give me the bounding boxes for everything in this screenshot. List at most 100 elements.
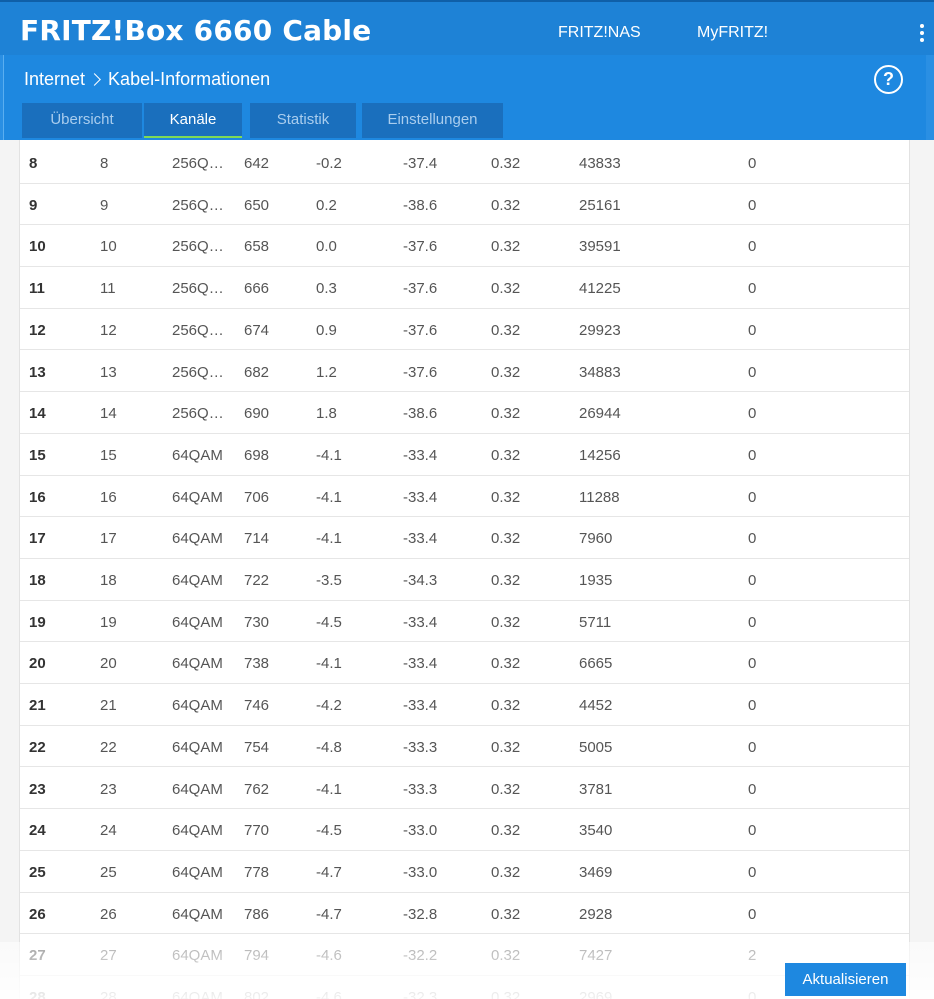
tab-einstellungen[interactable]: Einstellungen <box>362 103 503 138</box>
table-cell: 738 <box>244 655 270 673</box>
table-cell: 64QAM <box>172 530 223 548</box>
table-cell: -33.4 <box>403 697 438 715</box>
table-cell: 22 <box>100 738 117 756</box>
table-row: 12 12 256Q… 674 0.9 -37.6 0.32 29923 0 <box>20 309 909 351</box>
table-cell: 0.32 <box>491 530 521 548</box>
table-cell: -37.6 <box>403 363 438 381</box>
table-row: 23 23 64QAM 762 -4.1 -33.3 0.32 3781 0 <box>20 768 909 810</box>
table-cell: 786 <box>244 905 270 923</box>
table-cell: -34.3 <box>403 572 438 589</box>
table-cell: 20 <box>100 655 117 673</box>
table-cell: -33.0 <box>403 822 438 840</box>
table-cell: 256Q… <box>172 280 224 298</box>
fritzbox-app: FRITZ!Box 6660 Cable FRITZ!NAS MyFRITZ! … <box>0 0 934 999</box>
table-cell: 256Q… <box>172 405 224 423</box>
table-cell: -4.1 <box>316 780 342 798</box>
table-cell: 64QAM <box>172 655 223 673</box>
table-cell: -33.0 <box>403 863 438 881</box>
table-cell: 0.32 <box>491 738 521 756</box>
table-cell: 8 <box>29 155 38 172</box>
table-cell: 64QAM <box>172 947 223 965</box>
table-row: 17 17 64QAM 714 -4.1 -33.4 0.32 7960 0 <box>20 517 909 559</box>
table-cell: 746 <box>244 697 270 715</box>
more-menu-icon[interactable] <box>919 24 925 42</box>
breadcrumb-parent[interactable]: Internet <box>24 69 85 90</box>
channel-table[interactable]: 8 8 256Q… 642 -0.2 -37.4 0.32 43833 0 9 9 256Q… 650 0… <box>19 140 910 999</box>
table-cell: 0.9 <box>316 321 337 339</box>
table-cell: -4.6 <box>316 947 342 965</box>
table-row: 28 28 64QAM 802 -4.6 -32.3 0.32 2969 0 <box>20 976 909 999</box>
table-cell: 0 <box>748 446 757 464</box>
table-cell: 22 <box>29 738 46 756</box>
table-cell: 17 <box>29 530 46 548</box>
table-cell: -4.8 <box>316 738 342 756</box>
table-cell: 0.32 <box>491 572 521 589</box>
table-cell: 0.32 <box>491 238 521 256</box>
table-cell: 0.32 <box>491 488 521 506</box>
table-cell: 7960 <box>579 530 613 548</box>
table-cell: -33.4 <box>403 446 438 464</box>
table-row: 22 22 64QAM 754 -4.8 -33.3 0.32 5005 0 <box>20 726 909 768</box>
tab-uebersicht[interactable]: Übersicht <box>22 103 142 138</box>
table-row: 11 11 256Q… 666 0.3 -37.6 0.32 41225 0 <box>20 267 909 309</box>
table-row: 20 20 64QAM 738 -4.1 -33.4 0.32 6665 0 <box>20 642 909 685</box>
table-cell: 43833 <box>579 155 621 172</box>
table-cell: 658 <box>244 238 270 256</box>
table-cell: 0 <box>748 989 757 999</box>
table-cell: 34883 <box>579 363 621 381</box>
table-cell: 0 <box>748 822 757 840</box>
table-cell: 2 <box>748 947 757 965</box>
table-row: 10 10 256Q… 658 0.0 -37.6 0.32 39591 0 <box>20 225 909 268</box>
table-cell: 0 <box>748 280 757 298</box>
table-cell: 2969 <box>579 989 613 999</box>
table-cell: 64QAM <box>172 488 223 506</box>
help-icon[interactable]: ? <box>874 65 903 94</box>
table-cell: 0.32 <box>491 697 521 715</box>
table-cell: 11 <box>29 280 45 298</box>
refresh-button[interactable]: Aktualisieren <box>785 963 906 996</box>
table-cell: 0 <box>748 530 757 548</box>
table-cell: 10 <box>100 238 117 256</box>
table-cell: 9 <box>100 196 109 214</box>
table-cell: 64QAM <box>172 697 223 715</box>
fritz-nas-link[interactable]: FRITZ!NAS <box>558 24 641 42</box>
table-row: 16 16 64QAM 706 -4.1 -33.4 0.32 11288 0 <box>20 476 909 518</box>
myfritz-link[interactable]: MyFRITZ! <box>697 24 768 42</box>
table-cell: 23 <box>100 780 117 798</box>
table-row: 8 8 256Q… 642 -0.2 -37.4 0.32 43833 0 <box>20 142 909 184</box>
table-cell: -33.3 <box>403 738 438 756</box>
table-cell: 11288 <box>579 488 620 506</box>
table-cell: 18 <box>100 572 117 589</box>
tab-statistik[interactable]: Statistik <box>250 103 356 138</box>
table-cell: 28 <box>29 989 46 999</box>
table-cell: -33.4 <box>403 655 438 673</box>
table-cell: 0 <box>748 155 757 172</box>
table-cell: 0.32 <box>491 405 521 423</box>
table-cell: 26 <box>29 905 46 923</box>
table-cell: 25161 <box>579 196 621 214</box>
table-cell: -37.6 <box>403 321 438 339</box>
table-cell: 0.32 <box>491 655 521 673</box>
table-cell: 26 <box>100 905 117 923</box>
table-cell: 17 <box>100 530 117 548</box>
table-cell: 0.32 <box>491 446 521 464</box>
table-row: 24 24 64QAM 770 -4.5 -33.0 0.32 3540 0 <box>20 809 909 851</box>
tab-kanaele[interactable]: Kanäle <box>144 103 242 138</box>
table-cell: 0 <box>748 613 757 631</box>
table-cell: -4.6 <box>316 989 342 999</box>
table-cell: -0.2 <box>316 155 342 172</box>
table-cell: 8 <box>100 155 109 172</box>
table-cell: -4.5 <box>316 822 342 840</box>
table-cell: 28 <box>100 989 117 999</box>
table-cell: 778 <box>244 863 270 881</box>
table-row: 27 27 64QAM 794 -4.6 -32.2 0.32 7427 2 <box>20 934 909 976</box>
table-row: 19 19 64QAM 730 -4.5 -33.4 0.32 5711 0 <box>20 601 909 643</box>
table-cell: 5005 <box>579 738 613 756</box>
table-cell: 794 <box>244 947 270 965</box>
sub-header: Internet Kabel-Informationen ? Übersicht… <box>0 55 934 140</box>
table-cell: 64QAM <box>172 780 223 798</box>
table-cell: -38.6 <box>403 196 438 214</box>
table-cell: 14 <box>100 405 117 423</box>
table-cell: 0 <box>748 572 757 589</box>
table-cell: 20 <box>29 655 46 673</box>
